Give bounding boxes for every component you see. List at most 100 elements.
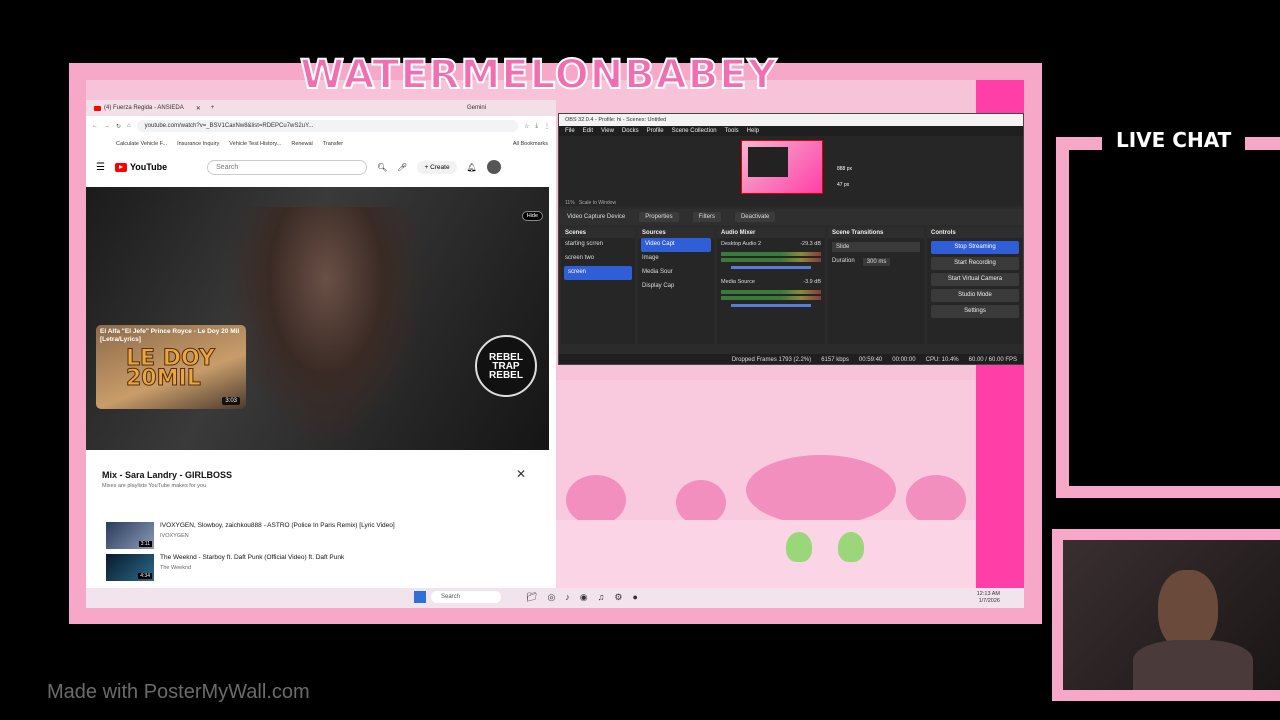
item-channel: The Weeknd xyxy=(160,565,192,571)
mix-title: Mix - Sara Landry - GIRLBOSS xyxy=(102,470,233,480)
menu-item[interactable]: Scene Collection xyxy=(672,128,717,134)
streamer-figure xyxy=(1158,570,1218,650)
duration-field[interactable]: 300 ms xyxy=(862,258,891,266)
chrome-icon[interactable]: ◉ xyxy=(580,592,588,603)
channel-name: Media Source xyxy=(721,279,755,285)
chat-area xyxy=(1069,150,1280,486)
source-item[interactable]: Video Capt xyxy=(641,238,711,252)
settings-gear-icon[interactable]: ⚙ xyxy=(614,592,622,603)
channel-name: Desktop Audio 2 xyxy=(721,241,762,247)
gemini-button[interactable]: Gemini xyxy=(467,105,486,111)
bookmark-item[interactable]: Calculate Vehicle F... xyxy=(116,141,167,147)
filters-button[interactable]: Filters xyxy=(692,212,721,222)
deactivate-button[interactable]: Deactivate xyxy=(734,212,776,222)
menu-item[interactable]: File xyxy=(565,128,575,134)
menu-item[interactable]: Tools xyxy=(725,128,739,134)
source-item[interactable]: Image xyxy=(638,252,714,266)
cpu-usage: CPU: 10.4% xyxy=(925,357,959,363)
studio-mode-button[interactable]: Studio Mode xyxy=(931,289,1019,302)
reload-icon[interactable]: ↻ xyxy=(116,123,121,130)
taskbar-clock[interactable]: 12:13 AM 1/7/2026 xyxy=(977,591,1000,605)
menu-kebab-icon[interactable]: ⋮ xyxy=(544,123,550,130)
new-tab-icon[interactable]: + xyxy=(211,105,215,111)
list-item[interactable]: 4:34 The Weeknd - Starboy ft. Daft Punk … xyxy=(106,554,526,582)
download-icon[interactable]: ⤓ xyxy=(535,123,538,130)
transition-select[interactable]: Slide xyxy=(832,242,920,252)
home-icon[interactable]: ⌂ xyxy=(127,123,131,129)
preview-dimension-label: 47 px xyxy=(837,182,850,188)
back-icon[interactable]: ← xyxy=(92,123,98,129)
hide-button[interactable]: Hide xyxy=(521,211,543,221)
hamburger-menu-icon[interactable]: ☰ xyxy=(96,162,105,173)
youtube-logo[interactable]: YouTube xyxy=(114,162,167,172)
notifications-bell-icon[interactable]: 🔔︎ xyxy=(467,163,477,172)
bitrate: 6157 kbps xyxy=(821,357,849,363)
scene-item[interactable]: screen two xyxy=(561,252,635,266)
controls-dock: Controls Stop Streaming Start Recording … xyxy=(927,228,1023,344)
mixer-channel: Desktop Audio 2 -29.3 dB xyxy=(717,238,825,250)
start-virtual-camera-button[interactable]: Start Virtual Camera xyxy=(931,273,1019,286)
scene-item[interactable]: starting scrren xyxy=(561,238,635,252)
source-item[interactable]: Media Sour xyxy=(638,266,714,280)
url-field[interactable]: youtube.com/watch?v=_BSV1CaxNw8&list=RDE… xyxy=(136,120,518,132)
source-item[interactable]: Display Cap xyxy=(638,280,714,294)
avatar[interactable] xyxy=(486,160,501,174)
volume-slider[interactable] xyxy=(731,304,811,307)
create-button[interactable]: + Create xyxy=(417,160,457,174)
properties-button[interactable]: Properties xyxy=(639,212,679,222)
stop-streaming-button[interactable]: Stop Streaming xyxy=(931,241,1019,254)
thumbnail-art-text: LE DOY 20MIL xyxy=(126,346,216,391)
windows-start-icon[interactable] xyxy=(414,591,426,603)
settings-button[interactable]: Settings xyxy=(931,305,1019,318)
menu-item[interactable]: Edit xyxy=(583,128,593,134)
bookmark-star-icon[interactable]: ☆ xyxy=(524,123,529,130)
browser-tab[interactable]: (4) Fuerza Regida - ANSIEDA xyxy=(104,105,184,111)
menu-item[interactable]: Profile xyxy=(647,128,664,134)
taskbar-search[interactable]: Search xyxy=(431,591,501,603)
file-explorer-icon[interactable]: 📁︎ xyxy=(526,592,537,603)
all-bookmarks[interactable]: All Bookmarks xyxy=(513,141,548,147)
tiktok-icon[interactable]: ♪ xyxy=(565,592,570,603)
scene-item[interactable]: screen xyxy=(564,266,632,280)
tree-shape xyxy=(566,475,626,525)
obs-icon[interactable]: ● xyxy=(632,592,637,603)
create-label: Create xyxy=(430,163,450,171)
menu-item[interactable]: View xyxy=(601,128,614,134)
frog-figure xyxy=(838,532,864,562)
app-icon[interactable]: ◎ xyxy=(547,592,555,603)
clock-date: 1/7/2026 xyxy=(978,598,1000,604)
volume-slider[interactable] xyxy=(731,266,811,269)
fps: 60.00 / 60.00 FPS xyxy=(968,357,1017,363)
volume-meter xyxy=(721,290,821,294)
close-tab-icon[interactable]: ✕ xyxy=(196,105,201,112)
zoom-controls[interactable]: 11% Scale to Window xyxy=(565,200,616,206)
obs-menu-bar: File Edit View Docks Profile Scene Colle… xyxy=(559,126,1023,136)
search-icon[interactable]: 🔍︎ xyxy=(377,163,387,172)
scenes-dock: Scenes starting scrren screen two screen xyxy=(561,228,635,344)
live-time: 00:59:40 xyxy=(858,357,883,363)
volume-meter xyxy=(721,258,821,262)
tab-bar: (4) Fuerza Regida - ANSIEDA ✕ + Gemini xyxy=(86,100,556,116)
bookmark-item[interactable]: Vehicle Test History... xyxy=(229,141,281,147)
volume-meter xyxy=(721,296,821,300)
source-name: Video Capture Device xyxy=(567,214,626,220)
watermark: Made with PosterMyWall.com xyxy=(47,681,310,703)
suggested-video-card[interactable]: El Alfa "El Jefe" Prince Royce - Le Doy … xyxy=(96,325,246,409)
close-icon[interactable]: ✕ xyxy=(516,467,526,481)
obs-preview[interactable]: 888 px 47 px 11% Scale to Window xyxy=(559,136,1023,206)
bookmark-item[interactable]: Insurance Inquiry xyxy=(177,141,219,147)
video-player[interactable]: Hide El Alfa "El Jefe" Prince Royce - Le… xyxy=(86,187,549,450)
music-icon[interactable]: ♫ xyxy=(598,592,605,603)
forward-icon[interactable]: → xyxy=(104,123,110,129)
menu-item[interactable]: Help xyxy=(747,128,759,134)
start-recording-button[interactable]: Start Recording xyxy=(931,257,1019,270)
bookmark-item[interactable]: Transfer xyxy=(323,141,343,147)
clock-time: 12:13 AM xyxy=(976,591,1000,597)
microphone-icon[interactable]: 🎤︎ xyxy=(397,163,407,172)
menu-item[interactable]: Docks xyxy=(622,128,639,134)
search-input[interactable]: Search xyxy=(207,159,368,175)
bookmark-item[interactable]: Renewal xyxy=(291,141,312,147)
list-item[interactable]: 3:11 IVOXYGEN, Slowboy, zaichkou888 - AS… xyxy=(106,522,526,550)
duration-label: Duration xyxy=(832,258,855,264)
youtube-favicon-icon xyxy=(94,105,101,111)
